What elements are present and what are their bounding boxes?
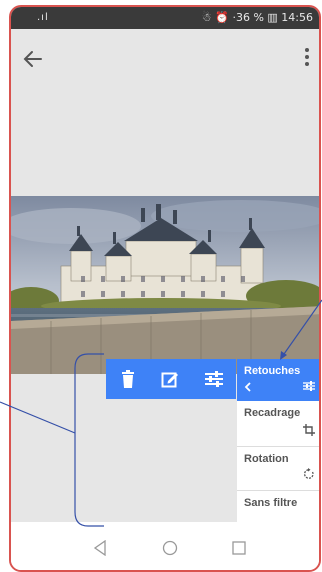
trash-icon[interactable] [108,359,148,399]
photo-image [11,196,319,374]
rotate-icon [303,467,315,485]
menu-item-label: Recadrage [244,407,301,419]
menu-item-label: Retouches [244,365,301,377]
chevron-left-icon[interactable] [244,379,252,397]
menu-item-label: Rotation [244,453,289,465]
recents-square-icon[interactable] [232,541,246,560]
sliders-icon[interactable] [194,359,234,399]
photo-viewer: Retouches Recadrage Rotation Sans filtre [11,29,319,535]
menu-item-retouches[interactable]: Retouches [237,359,319,401]
menu-item-recadrage[interactable]: Recadrage [237,401,319,447]
status-bar: .ıl ☃ ⏰ ·36 % ▥ 14:56 [11,7,319,29]
crop-icon [303,423,315,441]
menu-item-rotation[interactable]: Rotation [237,447,319,491]
signal-wifi-indicator: .ıl [37,12,49,23]
menu-item-label: Sans filtre [244,497,298,509]
back-triangle-icon[interactable] [93,539,107,561]
edit-toolbar [106,359,236,399]
arrow-left-icon[interactable] [21,47,45,71]
phone-frame: .ıl ☃ ⏰ ·36 % ▥ 14:56 Retouches Recadrag… [9,5,321,572]
more-vertical-icon[interactable] [301,45,313,71]
home-circle-icon[interactable] [162,540,178,561]
sliders-icon [303,378,315,396]
edit-icon[interactable] [150,359,190,399]
system-nav-bar [11,522,319,570]
status-indicators: ☃ ⏰ ·36 % ▥ 14:56 [201,11,313,24]
